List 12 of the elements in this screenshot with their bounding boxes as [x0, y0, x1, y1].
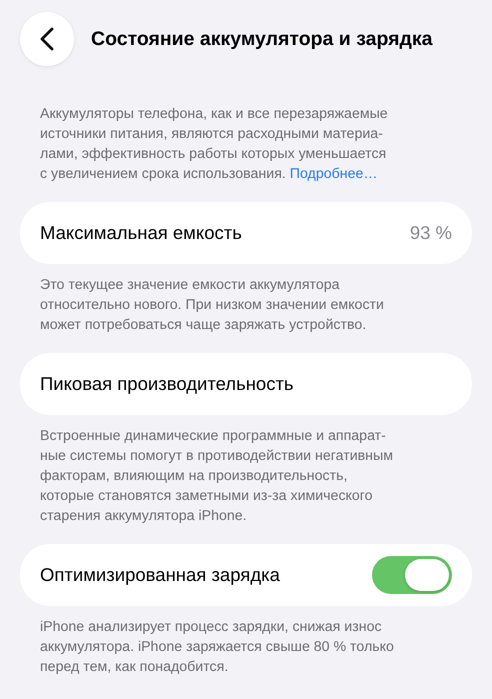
description-text: iPhone анализирует процесс зарядки, снижая износ аккумулятора. iPhone заряжается свыше 80 % только перед тем, как понадобится.	[39, 618, 395, 677]
chevron-left-icon	[40, 27, 54, 51]
description-text: Аккумуляторы телефона, как и все перезаряжаемые источники питания, являются расходными материа- лами, эффективность работы которых уменьшается с увеличением срока использования. Подробнее…	[39, 105, 389, 184]
page-title: Состояние аккумулятора и зарядка	[91, 28, 432, 50]
more-link[interactable]: Подробнее…	[290, 166, 378, 182]
description-text: Встроенные динамические программные и аппарат- ные системы помогут в противодействии негативным факторам, влияющим на производительность, которые становятся заметными из-за химического старения аккумулятора iPhone.	[39, 427, 394, 526]
setting-label: Оптимизированная зарядка	[40, 564, 280, 586]
setting-value: 93 %	[410, 222, 452, 244]
setting-label: Пиковая производительность	[40, 373, 294, 395]
setting-label: Максимальная емкость	[40, 222, 242, 244]
description-text: Это текущее значение емкости аккумулятора относительно нового. При низком значении емкости может потребоваться чаще заряжать устройство.	[39, 276, 385, 335]
toggle-switch[interactable]	[372, 556, 452, 594]
